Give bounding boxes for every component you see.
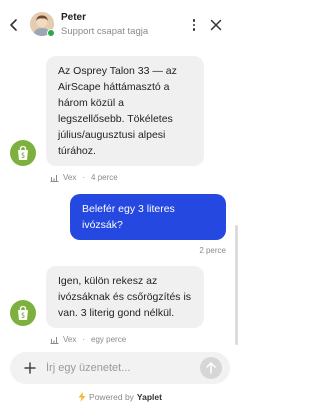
message-bubble-outgoing: Belefér egy 3 literes ivózsák?: [70, 194, 226, 240]
message-bubble-incoming: Az Osprey Talon 33 — az AirScape háttáma…: [46, 56, 204, 166]
kebab-dot-icon: [192, 23, 196, 27]
message-author: Vex: [63, 335, 77, 344]
close-button[interactable]: [207, 15, 225, 35]
kebab-dot-icon: [192, 19, 196, 22]
agent-name: Peter: [61, 12, 87, 23]
chevron-left-icon: [10, 19, 17, 31]
plus-icon: [24, 362, 36, 374]
message-bubble-incoming: Igen, külön rekesz az ivózsáknak és csőr…: [46, 266, 204, 328]
bot-avatar: [10, 300, 36, 326]
agent-role: Support csapat tagja: [61, 26, 149, 37]
close-icon: [210, 19, 222, 31]
back-button[interactable]: [6, 15, 22, 35]
message-list[interactable]: Az Osprey Talon 33 — az AirScape háttáma…: [0, 50, 240, 346]
arrow-up-icon: [206, 362, 216, 374]
meta-separator: ·: [82, 173, 86, 182]
chart-icon: [50, 336, 59, 344]
shopping-bag-icon: [18, 305, 28, 320]
more-options-button[interactable]: [189, 15, 199, 35]
online-status-dot: [47, 29, 55, 37]
scrollbar[interactable]: [235, 225, 238, 345]
message-composer: [10, 352, 230, 384]
lightning-bolt-icon: [78, 392, 86, 402]
message-time: 4 perce: [91, 173, 118, 182]
chart-icon: [50, 174, 59, 182]
message-meta: Vex · egy perce: [50, 335, 126, 344]
message-input[interactable]: [46, 358, 196, 378]
powered-by-label: Powered by: [89, 392, 134, 402]
send-button[interactable]: [200, 357, 222, 379]
kebab-dot-icon: [192, 28, 196, 31]
add-attachment-button[interactable]: [21, 359, 39, 377]
powered-by-footer[interactable]: Powered by Yaplet: [0, 392, 240, 402]
meta-separator: ·: [82, 335, 86, 344]
bot-avatar: [10, 140, 36, 166]
shopping-bag-icon: [18, 145, 28, 160]
message-author: Vex: [63, 173, 77, 182]
message-meta: Vex · 4 perce: [50, 173, 118, 182]
chat-header: Peter Support csapat tagja: [0, 0, 240, 50]
message-time: egy perce: [91, 335, 127, 344]
brand-name: Yaplet: [136, 392, 162, 402]
message-time: 2 perce: [199, 246, 226, 255]
